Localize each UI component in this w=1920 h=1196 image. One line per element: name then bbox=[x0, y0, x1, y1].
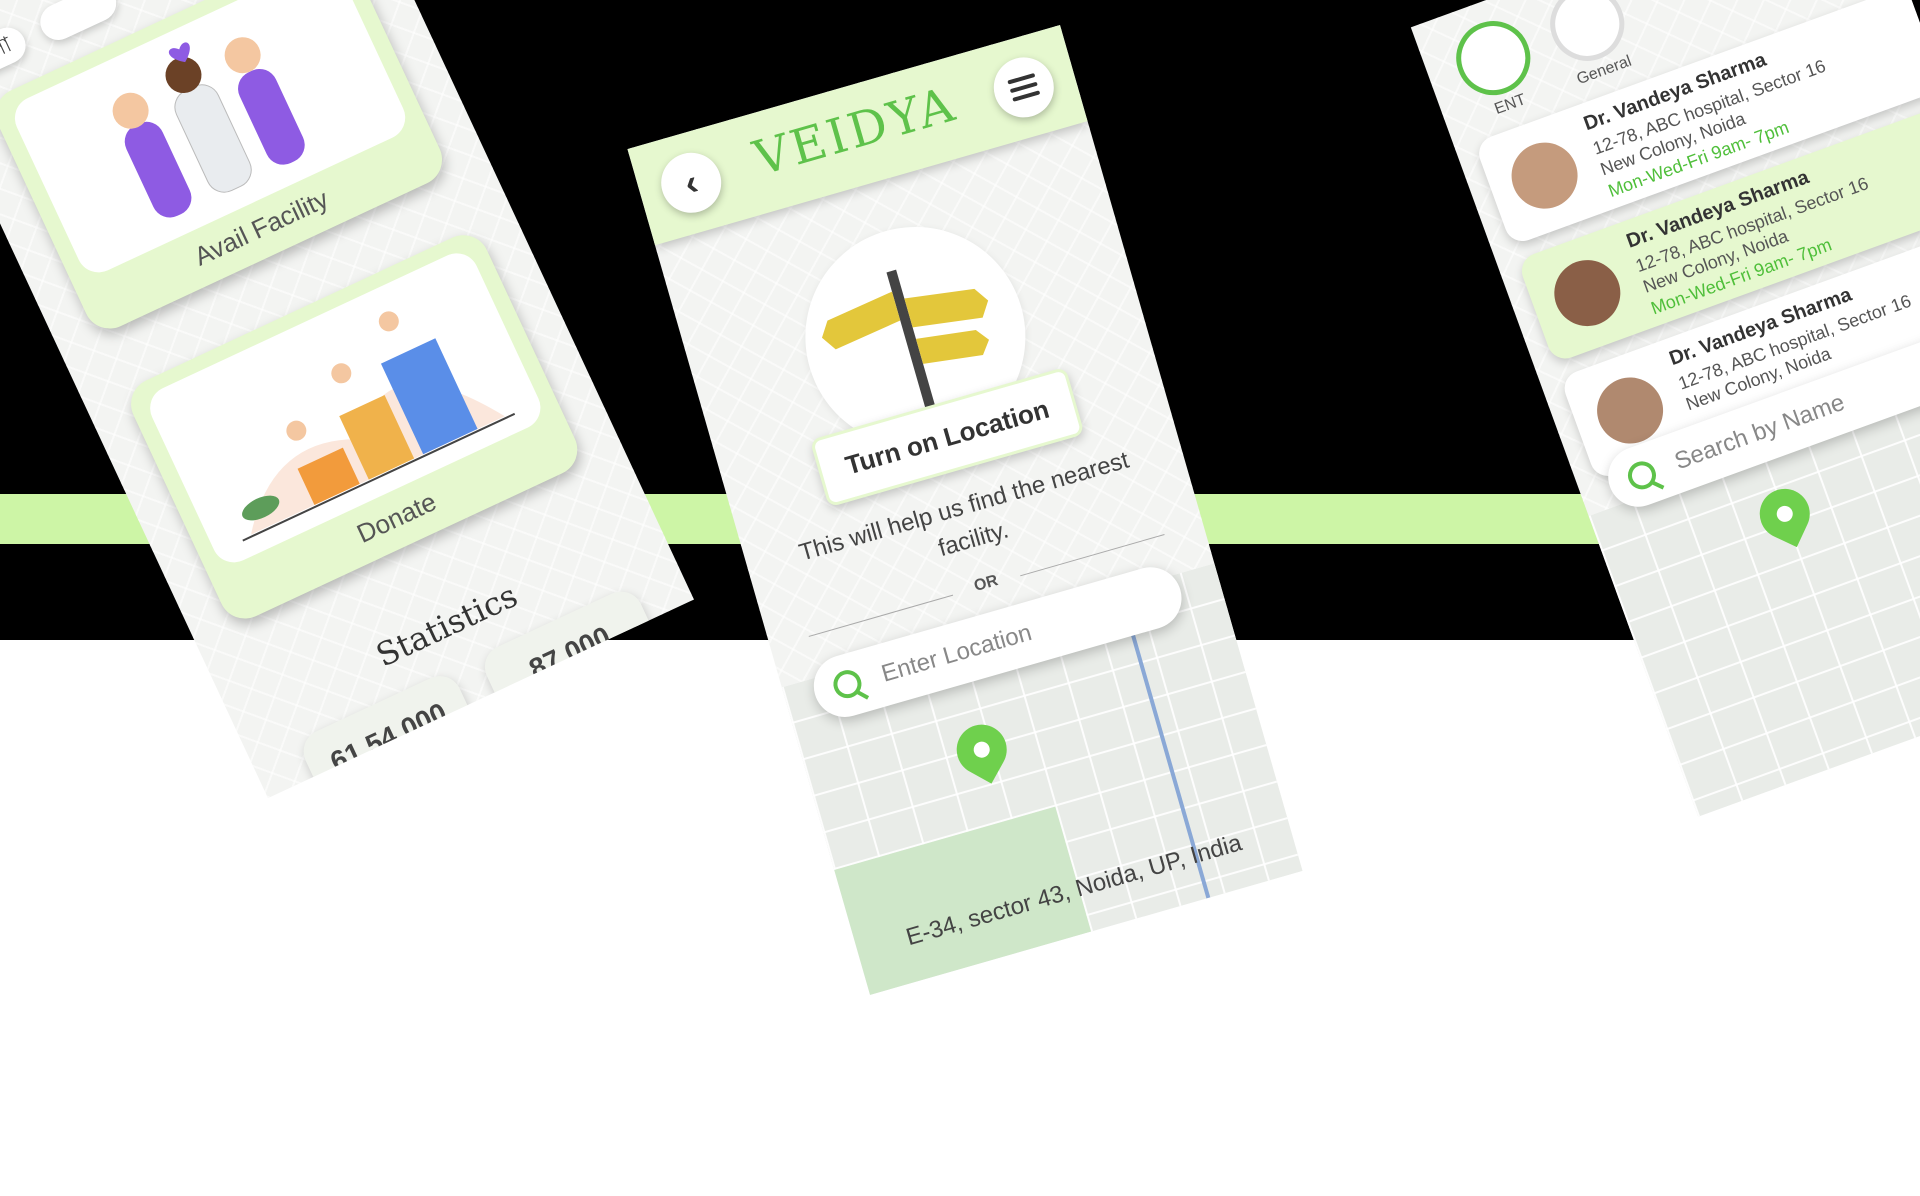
doctor-avatar bbox=[1545, 250, 1630, 336]
search-icon bbox=[830, 666, 865, 702]
language-chip-bangla[interactable]: বাংলা bbox=[0, 21, 32, 89]
search-icon bbox=[1624, 457, 1660, 494]
back-icon: ‹ bbox=[679, 160, 703, 204]
location-pin-icon[interactable] bbox=[1751, 480, 1818, 548]
back-button[interactable]: ‹ bbox=[654, 145, 729, 220]
ent-icon bbox=[1445, 10, 1541, 106]
language-chip[interactable] bbox=[34, 0, 123, 46]
doctor-avatar bbox=[1502, 133, 1587, 218]
centers-count: 87,000 bbox=[524, 620, 616, 685]
menu-button[interactable] bbox=[986, 50, 1061, 125]
category-ent-label: ENT bbox=[1492, 91, 1529, 119]
centers-label: centers bbox=[543, 656, 627, 714]
category-general[interactable]: General bbox=[1539, 0, 1642, 92]
location-pin-icon[interactable] bbox=[947, 715, 1016, 784]
doctors-count: 61,54,000 bbox=[325, 696, 452, 778]
category-ent[interactable]: ENT bbox=[1445, 10, 1548, 127]
donate-illustration bbox=[142, 246, 548, 570]
